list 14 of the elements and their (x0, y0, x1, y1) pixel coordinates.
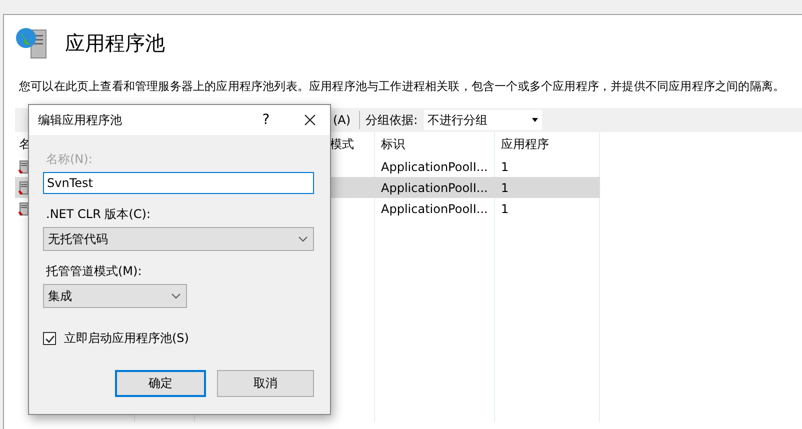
table-cell-text: 1 (500, 158, 510, 176)
dialog-title: 编辑应用程序池 (38, 112, 123, 128)
field-label: .NET CLR 版本(C): (46, 207, 151, 222)
table-cell-text: 1 (500, 200, 510, 218)
table-cell-text: ApplicationPoolI... (380, 158, 489, 176)
table-cell-text: ApplicationPoolI... (380, 180, 489, 196)
field-label: 托管管道模式(M): (46, 264, 142, 279)
field-label: 名称(N): (46, 152, 92, 167)
table-cell-text: 1 (500, 180, 510, 196)
table-cell-text: ApplicationPoolI... (380, 200, 489, 218)
page-description: 您可以在此页上查看和管理服务器上的应用程序池列表。应用程序池与工作进程相关联，包含一个或多个应用程序，并提供不同应用程序之间的隔离。 (19, 79, 786, 94)
group-by-label: 分组依据: (366, 112, 418, 128)
page-title: 应用程序池 (65, 30, 165, 56)
checkbox-label: 立即启动应用程序池(S) (64, 330, 189, 347)
